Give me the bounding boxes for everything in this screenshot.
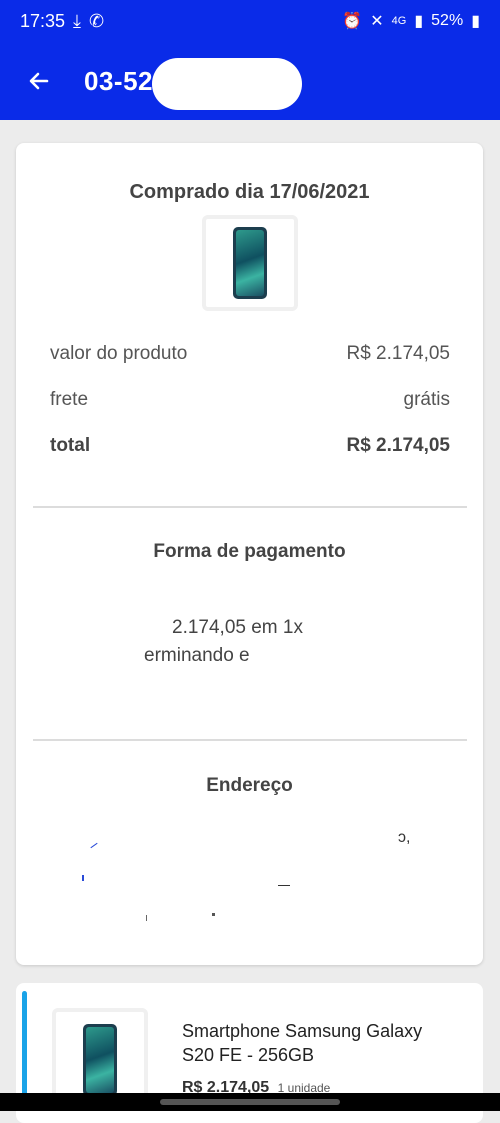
row-label: total — [50, 435, 91, 456]
divider — [33, 739, 467, 741]
row-value: R$ 2.174,05 — [346, 435, 450, 456]
battery-icon: ▮ — [471, 13, 480, 30]
purchase-date: Comprado dia 17/06/2021 — [129, 181, 370, 203]
signal-icon: ▮ — [414, 13, 424, 30]
network-label: 4G — [391, 15, 407, 27]
payment-title: Forma de pagamento — [153, 541, 346, 562]
alarm-icon: ⏰ — [342, 13, 363, 30]
back-arrow-icon[interactable] — [26, 68, 52, 94]
whatsapp-icon: ✆ — [89, 10, 105, 31]
address-redacted: ɔ, — [76, 823, 436, 923]
mute-icon: ✕ — [370, 13, 384, 30]
total-row: total R$ 2.174,05 — [50, 435, 450, 457]
phone-image — [233, 227, 267, 299]
product-name: Smartphone Samsung Galaxy S20 FE - 256GB — [182, 1021, 423, 1065]
order-details-card: Comprado dia 17/06/2021 valor do produto… — [16, 143, 483, 965]
row-value: R$ 2.174,05 — [346, 343, 450, 364]
product-value-row: valor do produto R$ 2.174,05 — [50, 343, 450, 365]
status-time: 17:35 — [20, 10, 66, 31]
payment-amount: 2.174,05 em 1x — [172, 617, 303, 638]
status-bar: 17:35 ⤓ ✆ ⏰ ✕ 4G ▮ 52% ▮ — [0, 0, 500, 42]
download-icon: ⤓ — [73, 10, 82, 31]
phone-image — [83, 1024, 117, 1096]
payment-card-info: erminando e — [144, 645, 250, 666]
row-label: valor do produto — [50, 343, 188, 364]
row-value: grátis — [403, 389, 450, 410]
shipping-row: frete grátis — [50, 389, 450, 411]
address-title: Endereço — [206, 775, 293, 796]
product-thumbnail — [202, 215, 298, 311]
divider — [33, 506, 467, 508]
row-label: frete — [50, 389, 89, 410]
home-indicator[interactable] — [160, 1099, 340, 1105]
product-thumbnail — [52, 1008, 148, 1104]
battery-level: 52% — [431, 12, 464, 29]
redaction-mark — [152, 58, 302, 110]
